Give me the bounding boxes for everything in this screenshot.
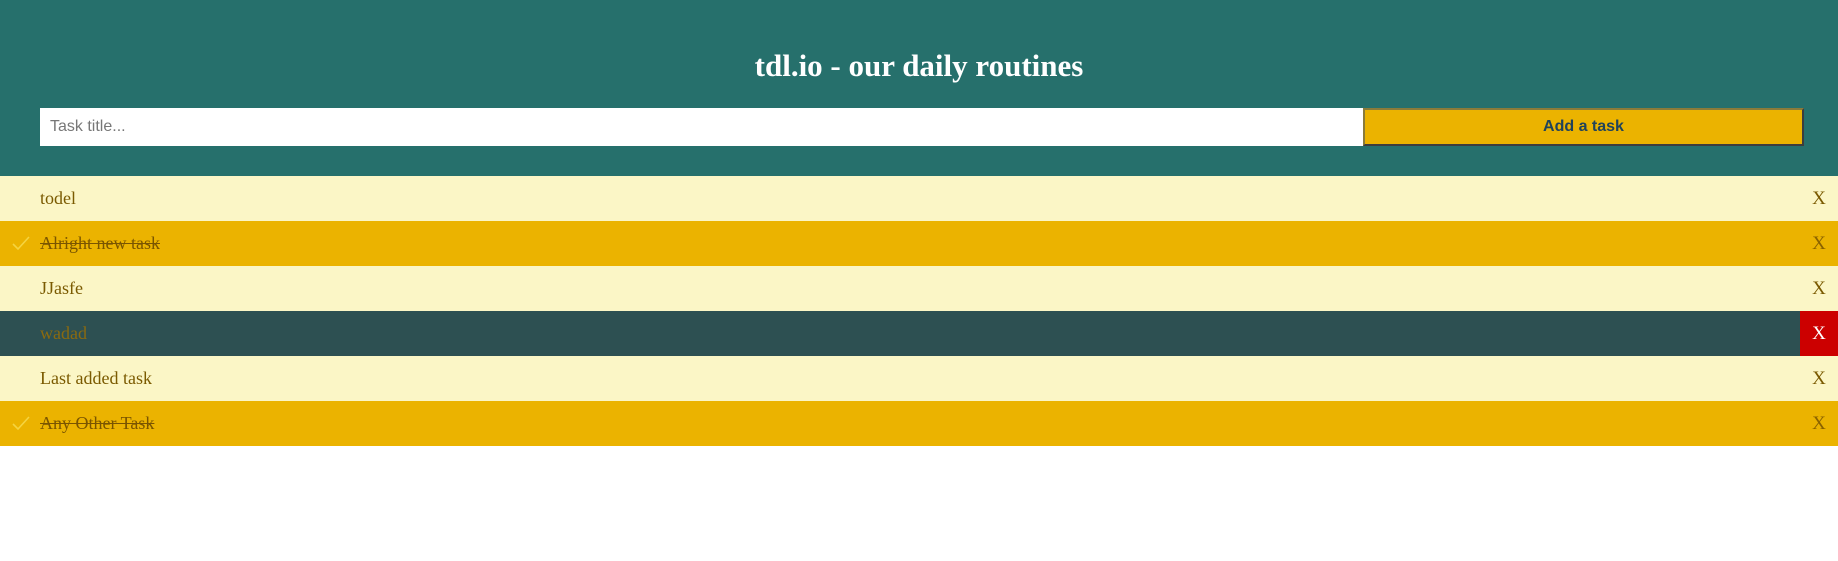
- delete-task-button[interactable]: X: [1800, 311, 1838, 356]
- task-item[interactable]: Last added task X: [0, 356, 1838, 401]
- delete-task-button[interactable]: X: [1800, 176, 1838, 221]
- task-label: wadad: [40, 323, 87, 343]
- task-label: JJasfe: [40, 278, 83, 298]
- task-item[interactable]: todel X: [0, 176, 1838, 221]
- delete-task-button[interactable]: X: [1800, 356, 1838, 401]
- task-label: todel: [40, 188, 76, 208]
- task-item[interactable]: Any Other Task X: [0, 401, 1838, 446]
- task-label: Last added task: [40, 368, 152, 388]
- check-icon: [12, 416, 30, 431]
- task-list: todel X Alright new task X JJasfe X wada…: [0, 176, 1838, 446]
- task-item[interactable]: Alright new task X: [0, 221, 1838, 266]
- check-icon: [12, 236, 30, 251]
- delete-task-button[interactable]: X: [1800, 266, 1838, 311]
- page-title: tdl.io - our daily routines: [754, 48, 1084, 83]
- task-item[interactable]: JJasfe X: [0, 266, 1838, 311]
- task-label: Any Other Task: [40, 413, 155, 433]
- task-label: Alright new task: [40, 233, 160, 253]
- task-item[interactable]: wadad X: [0, 311, 1838, 356]
- app-header: tdl.io - our daily routines Add a task: [0, 0, 1838, 176]
- delete-task-button[interactable]: X: [1800, 221, 1838, 266]
- add-task-button[interactable]: Add a task: [1363, 108, 1804, 146]
- delete-task-button[interactable]: X: [1800, 401, 1838, 446]
- task-title-input[interactable]: [40, 108, 1363, 146]
